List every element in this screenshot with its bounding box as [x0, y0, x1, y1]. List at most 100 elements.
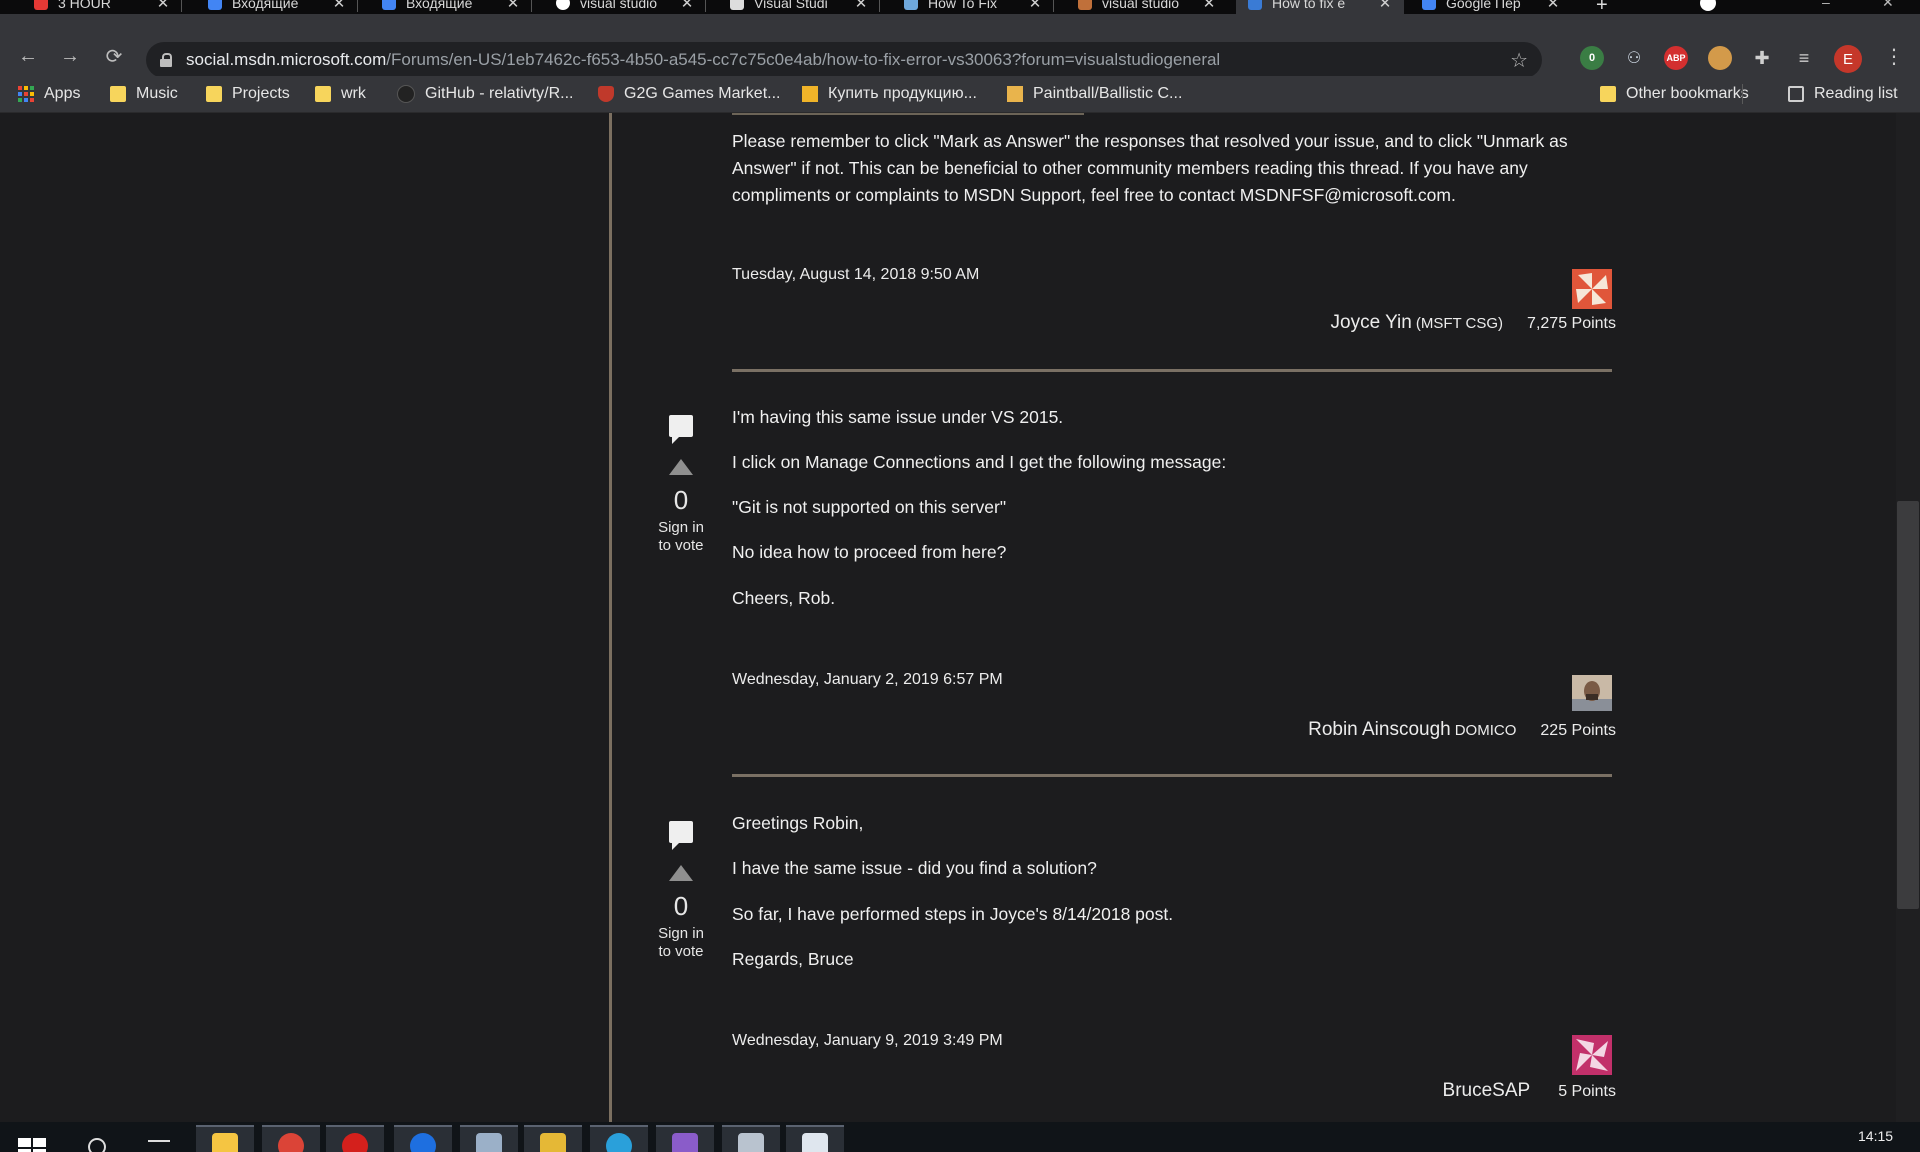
answer-signature-text: Please remember to click "Mark as Answer… [732, 131, 1568, 205]
bookmark-g2g[interactable]: G2G Games Market... [598, 76, 780, 112]
close-icon[interactable]: ✕ [156, 0, 170, 12]
puzzle-icon[interactable]: ✚ [1750, 46, 1774, 70]
sign-in-to-vote-link[interactable]: Sign in to vote [656, 519, 706, 555]
vote-up-icon[interactable] [669, 865, 693, 881]
close-icon[interactable]: ✕ [1202, 0, 1216, 12]
close-icon[interactable]: ✕ [332, 0, 346, 12]
post-author: BruceSAP 5 Points [1443, 1080, 1616, 1102]
taskbar-clock[interactable]: 14:15 [1858, 1128, 1893, 1144]
visual-studio-icon[interactable] [656, 1125, 714, 1152]
tab-visual-studio-3[interactable]: visual studio ✕ [1066, 0, 1228, 14]
bookmark-label: Apps [44, 85, 81, 102]
author-name-link[interactable]: BruceSAP [1443, 1080, 1531, 1102]
bookmark-reading-list[interactable]: Reading list [1788, 76, 1898, 112]
close-window-icon[interactable]: ✕ [1882, 0, 1894, 11]
vs-installer-icon[interactable] [786, 1125, 844, 1152]
bookmark-github[interactable]: GitHub - relativty/R... [397, 76, 573, 112]
reload-icon[interactable]: ⟳ [102, 44, 126, 68]
telegram-icon[interactable] [590, 1125, 648, 1152]
bookmark-apps[interactable]: Apps [18, 76, 80, 112]
bookmark-paintball[interactable]: Paintball/Ballistic C... [1007, 76, 1182, 112]
close-icon[interactable]: ✕ [1028, 0, 1042, 12]
avatar[interactable] [1572, 1035, 1612, 1075]
folder-app-icon[interactable] [524, 1125, 582, 1152]
search-icon[interactable] [88, 1138, 106, 1152]
reply-bubble-icon[interactable] [669, 415, 693, 444]
bookmark-music[interactable]: Music [110, 76, 178, 112]
tab-title: 3 HOUR [58, 0, 111, 11]
bookmark-other[interactable]: Other bookmarks [1600, 76, 1749, 112]
profile-indicator-icon[interactable] [1700, 0, 1716, 11]
folder-icon [315, 86, 331, 102]
windows-start-icon[interactable] [18, 1138, 46, 1152]
tab-strip: 3 HOUR ✕ Входящие ✕ Входящие ✕ visual st… [0, 0, 1920, 14]
adblock-icon[interactable]: ABP [1664, 46, 1688, 70]
avatar[interactable] [1572, 675, 1612, 715]
tab-title: Google Пер [1446, 0, 1521, 11]
author-org: (MSFT CSG) [1415, 315, 1504, 332]
tab-visual-studio-2[interactable]: Visual Studi ✕ [718, 0, 880, 14]
post-line: Regards, Bruce [732, 949, 854, 969]
bookmark-wrk[interactable]: wrk [315, 76, 366, 112]
file-explorer-icon[interactable] [196, 1125, 254, 1152]
tab-gmail-1[interactable]: Входящие ✕ [196, 0, 358, 14]
forward-icon[interactable]: → [58, 44, 82, 68]
vote-count: 0 [673, 485, 689, 515]
tab-title: Входящие [406, 0, 473, 11]
sign-in-to-vote-link[interactable]: Sign in to vote [656, 925, 706, 961]
reply-bubble-icon[interactable] [669, 821, 693, 850]
minimize-icon[interactable]: – [1822, 0, 1830, 10]
scrollbar-thumb[interactable] [1897, 501, 1919, 909]
tab-google-translate[interactable]: Google Пер ✕ [1410, 0, 1572, 14]
vote-widget: 0 Sign in to vote [656, 415, 706, 555]
task-view-icon[interactable] [148, 1140, 170, 1152]
author-name-link[interactable]: Joyce Yin [1331, 312, 1412, 334]
extension-icon[interactable]: ⚇ [1622, 46, 1646, 70]
github-icon [397, 85, 415, 103]
tab-youtube[interactable]: 3 HOUR ✕ [22, 0, 182, 14]
tab-how-to-fix[interactable]: How To Fix ✕ [892, 0, 1054, 14]
bookmark-star-icon[interactable]: ☆ [1510, 48, 1528, 73]
avatar[interactable] [1572, 269, 1612, 309]
mail-app-icon[interactable] [722, 1125, 780, 1152]
tab-title: How to fix e [1272, 0, 1346, 11]
menu-kebab-icon[interactable]: ⋮ [1884, 44, 1904, 69]
robin-avatar-icon [1572, 675, 1612, 711]
windows-taskbar: 14:15 [0, 1122, 1920, 1152]
close-icon[interactable]: ✕ [1546, 0, 1560, 12]
apps-grid-icon [18, 86, 34, 102]
post-line: No idea how to proceed from here? [732, 542, 1007, 562]
new-tab-icon[interactable]: + [1596, 0, 1608, 14]
close-icon[interactable]: ✕ [506, 0, 520, 12]
bookmark-projects[interactable]: Projects [206, 76, 290, 112]
page-content: Please remember to click "Mark as Answer… [0, 113, 1920, 1122]
bookmark-label: Reading list [1814, 85, 1898, 102]
bookmark-kupit[interactable]: Купить продукцию... [802, 76, 977, 112]
vote-up-icon[interactable] [669, 459, 693, 475]
author-name-link[interactable]: Robin Ainscough [1308, 719, 1451, 741]
post-divider [732, 369, 1612, 372]
notepad-icon[interactable] [460, 1125, 518, 1152]
cookie-icon[interactable] [1708, 46, 1732, 70]
lock-icon[interactable] [160, 53, 172, 67]
close-icon[interactable]: ✕ [680, 0, 694, 12]
back-icon[interactable]: ← [16, 44, 40, 68]
folder-icon [206, 86, 222, 102]
app-blue-icon[interactable] [394, 1125, 452, 1152]
folder-icon [110, 86, 126, 102]
profile-avatar[interactable]: E [1834, 45, 1862, 73]
close-icon[interactable]: ✕ [1378, 0, 1392, 12]
chrome-icon[interactable] [262, 1125, 320, 1152]
bookmarks-bar: Apps Music Projects wrk GitHub - relativ… [0, 76, 1920, 113]
close-icon[interactable]: ✕ [854, 0, 868, 12]
opera-icon[interactable] [326, 1125, 384, 1152]
url-text[interactable]: social.msdn.microsoft.com/Forums/en-US/1… [186, 50, 1220, 70]
address-bar[interactable]: social.msdn.microsoft.com/Forums/en-US/1… [146, 42, 1542, 78]
playlist-icon[interactable]: ≡ [1792, 46, 1816, 70]
site-icon [802, 86, 818, 102]
shield-badge-icon[interactable]: 0 [1580, 46, 1604, 70]
tab-gmail-2[interactable]: Входящие ✕ [370, 0, 532, 14]
tab-active-how-to-fix-error[interactable]: How to fix e ✕ [1236, 0, 1404, 14]
author-points: 5 Points [1558, 1083, 1616, 1100]
tab-visual-studio-1[interactable]: visual studio ✕ [544, 0, 706, 14]
